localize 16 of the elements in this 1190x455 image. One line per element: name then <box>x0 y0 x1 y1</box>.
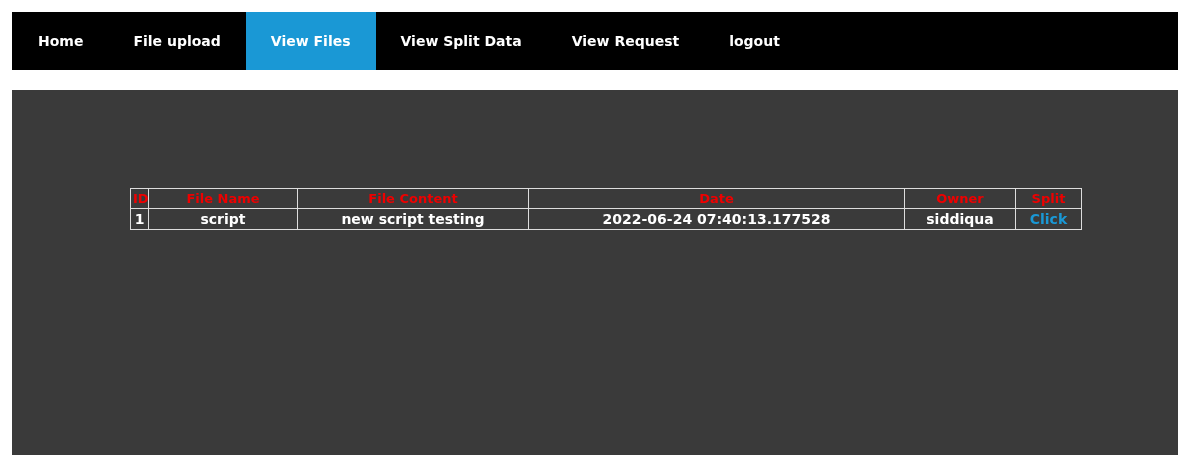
column-header: Date <box>528 188 905 209</box>
nav-tab[interactable]: View Request <box>546 12 705 70</box>
nav-tab[interactable]: File upload <box>108 12 246 70</box>
table-cell: new script testing <box>297 208 529 230</box>
column-header: Split <box>1015 188 1082 209</box>
table-cell: 2022-06-24 07:40:13.177528 <box>528 208 905 230</box>
column-header: ID <box>130 188 149 209</box>
table-cell: script <box>148 208 298 230</box>
nav-tab[interactable]: Home <box>12 12 109 70</box>
table-cell: siddiqua <box>904 208 1016 230</box>
nav-tab[interactable]: View Split Data <box>375 12 547 70</box>
column-header: File Content <box>297 188 529 209</box>
table-cell: 1 <box>130 208 149 230</box>
nav-tab[interactable]: logout <box>704 12 805 70</box>
column-header: Owner <box>904 188 1016 209</box>
column-header: File Name <box>148 188 298 209</box>
